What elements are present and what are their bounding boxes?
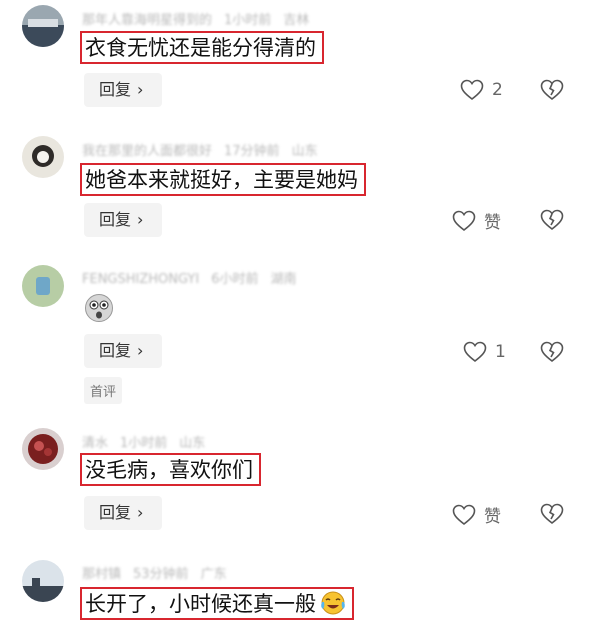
timestamp: 1小时前 bbox=[224, 13, 272, 28]
broken-heart-icon[interactable] bbox=[540, 79, 564, 101]
comment-meta: 那村镇 53分钟前 广东 bbox=[82, 563, 239, 582]
reply-label: 回复 bbox=[99, 210, 132, 229]
reply-button[interactable]: 回复 › bbox=[84, 334, 162, 368]
comment-meta: 我在那里的人面都很好 17分钟前 山东 bbox=[82, 140, 330, 159]
region: 吉林 bbox=[283, 13, 310, 28]
username[interactable]: FENGSHIZHONGYI bbox=[82, 272, 199, 287]
avatar[interactable] bbox=[22, 560, 64, 602]
comment-text: 长开了，小时候还真一般 bbox=[85, 592, 316, 616]
timestamp: 53分钟前 bbox=[133, 567, 189, 582]
crying-laughing-emoji-icon bbox=[321, 591, 345, 615]
broken-heart-icon[interactable] bbox=[540, 209, 564, 231]
comment-text-wrap: 长开了，小时候还真一般 bbox=[80, 587, 354, 620]
chevron-right-icon: › bbox=[137, 210, 144, 229]
like-count: 赞 bbox=[484, 507, 501, 527]
broken-heart-icon[interactable] bbox=[540, 341, 564, 363]
avatar[interactable] bbox=[22, 136, 64, 178]
reply-button[interactable]: 回复 › bbox=[84, 203, 162, 237]
region: 广东 bbox=[200, 567, 227, 582]
comment-text: 她爸本来就挺好，主要是她妈 bbox=[80, 163, 366, 196]
comment-text-box: 没毛病，喜欢你们 bbox=[80, 453, 261, 486]
comment-meta: 清水 1小时前 山东 bbox=[82, 432, 217, 451]
reply-label: 回复 bbox=[99, 80, 132, 99]
like-count: 2 bbox=[492, 80, 503, 100]
like-count: 赞 bbox=[484, 213, 501, 233]
like-button[interactable]: 赞 bbox=[452, 502, 501, 527]
comment-text: 衣食无忧还是能分得清的 bbox=[80, 31, 324, 64]
username[interactable]: 那年人靠海明星得到的 bbox=[82, 13, 212, 28]
reply-button[interactable]: 回复 › bbox=[84, 73, 162, 107]
avatar[interactable] bbox=[22, 5, 64, 47]
avatar[interactable] bbox=[22, 265, 64, 307]
like-button[interactable]: 1 bbox=[463, 341, 506, 363]
username[interactable]: 清水 bbox=[82, 436, 108, 451]
heart-icon bbox=[452, 504, 476, 525]
comment-meta: 那年人靠海明星得到的 1小时前 吉林 bbox=[82, 9, 321, 28]
username[interactable]: 那村镇 bbox=[82, 567, 121, 582]
heart-icon bbox=[463, 341, 487, 363]
region: 山东 bbox=[291, 144, 318, 159]
comment-meta: FENGSHIZHONGYI 6小时前 湖南 bbox=[82, 268, 309, 287]
avatar[interactable] bbox=[22, 428, 64, 470]
timestamp: 1小时前 bbox=[120, 436, 168, 451]
like-button[interactable]: 赞 bbox=[452, 208, 501, 233]
shocked-emoji-icon bbox=[85, 294, 113, 322]
reply-button[interactable]: 回复 › bbox=[84, 496, 162, 530]
timestamp: 17分钟前 bbox=[224, 144, 280, 159]
chevron-right-icon: › bbox=[137, 80, 144, 99]
comment-text-box: 长开了，小时候还真一般 bbox=[80, 587, 354, 620]
heart-icon bbox=[460, 79, 484, 101]
reply-label: 回复 bbox=[99, 503, 132, 522]
like-count: 1 bbox=[495, 342, 506, 362]
chevron-right-icon: › bbox=[137, 341, 144, 360]
timestamp: 6小时前 bbox=[211, 272, 259, 287]
comment-text-box: 衣食无忧还是能分得清的 bbox=[80, 31, 324, 64]
heart-icon bbox=[452, 210, 476, 231]
region: 湖南 bbox=[270, 272, 297, 287]
username[interactable]: 我在那里的人面都很好 bbox=[82, 144, 212, 159]
like-button[interactable]: 2 bbox=[460, 79, 503, 101]
first-comment-badge: 首评 bbox=[84, 377, 123, 404]
reply-label: 回复 bbox=[99, 341, 132, 360]
region: 山东 bbox=[179, 436, 206, 451]
comment-text: 没毛病，喜欢你们 bbox=[80, 453, 261, 486]
chevron-right-icon: › bbox=[137, 503, 144, 522]
broken-heart-icon[interactable] bbox=[540, 503, 564, 525]
comment-text-box: 她爸本来就挺好，主要是她妈 bbox=[80, 163, 366, 196]
